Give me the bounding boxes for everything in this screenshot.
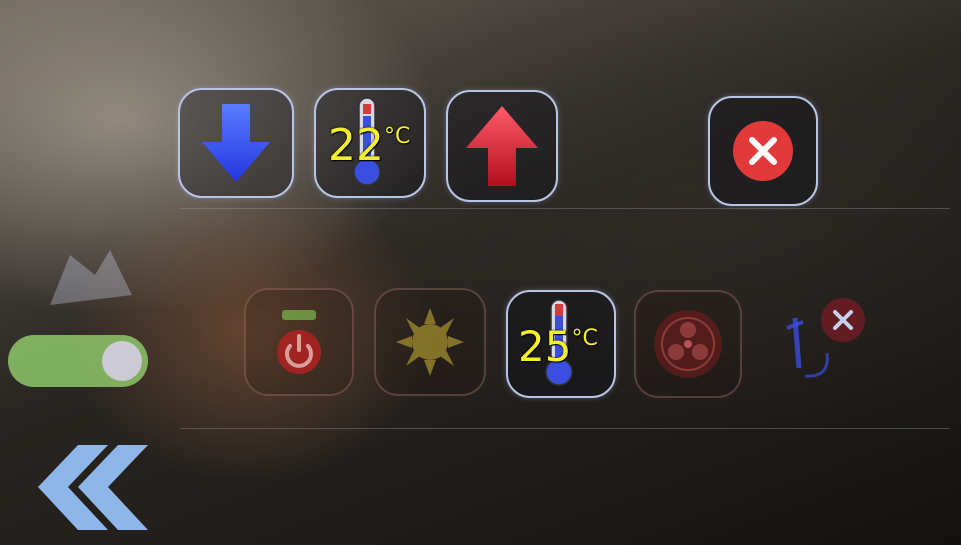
mode-button[interactable] <box>374 288 486 396</box>
bottom-divider <box>180 428 950 429</box>
power-button[interactable] <box>244 288 354 396</box>
power-toggle[interactable] <box>8 335 148 387</box>
power-icon <box>277 310 321 374</box>
swing-icon <box>786 298 865 378</box>
arrow-up-icon <box>466 106 538 186</box>
temperature-up-button[interactable] <box>446 90 558 202</box>
setpoint-temperature: 22°C <box>328 120 410 171</box>
room-temperature-value: 25 <box>518 322 572 371</box>
sun-icon <box>396 308 464 376</box>
room-temperature-display: 25°C <box>506 290 616 398</box>
close-icon <box>733 121 793 181</box>
temperature-down-button[interactable] <box>178 88 294 198</box>
setpoint-value: 22 <box>328 120 384 171</box>
faint-house-icon <box>50 250 132 305</box>
room-temperature-unit: °C <box>571 326 598 351</box>
close-button[interactable] <box>708 96 818 206</box>
setpoint-unit: °C <box>384 124 411 149</box>
fan-icon <box>654 310 722 378</box>
thermostat-screen: 22°C 25°C <box>0 0 961 545</box>
swing-button[interactable] <box>775 298 870 388</box>
room-temperature: 25°C <box>518 322 598 371</box>
setpoint-display: 22°C <box>314 88 426 198</box>
toggle-knob[interactable] <box>102 341 142 381</box>
arrow-down-icon <box>202 104 270 182</box>
double-chevron-left-icon[interactable] <box>18 440 158 535</box>
fan-button[interactable] <box>634 290 742 398</box>
top-divider <box>180 208 950 209</box>
